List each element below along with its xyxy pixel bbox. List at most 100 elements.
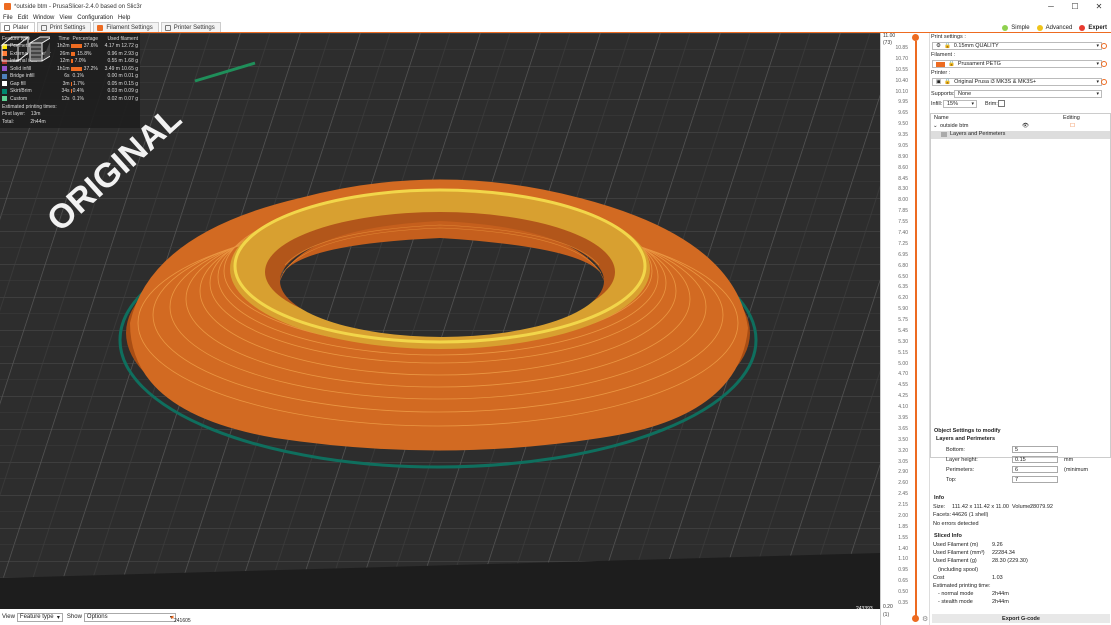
object-row[interactable]: ⌄ outside btm 👁 ☐ <box>931 123 1110 131</box>
legend-feature: Solid infill <box>2 66 53 72</box>
filament-color-swatch[interactable] <box>936 61 945 67</box>
percentage-bar <box>70 81 72 86</box>
sliced-label: - normal mode <box>938 591 974 598</box>
tab-print-settings[interactable]: Print Settings <box>36 22 92 32</box>
vertical-layer-slider[interactable]: 11.00 (73) 10.85 10.70 10.55 10.40 10.10 9.95… <box>880 33 929 625</box>
sliced-label: Used Filament (g) <box>933 558 977 565</box>
edit-printer-icon[interactable] <box>1101 79 1107 85</box>
settings-row[interactable]: Layers and Perimeters <box>931 131 1110 139</box>
feature-color-swatch <box>2 66 7 72</box>
layer-tick-label: 9.05 <box>898 142 908 149</box>
layer-tick-label: 6.35 <box>898 284 908 291</box>
supports-combo[interactable]: None ▾ <box>954 90 1102 98</box>
tab-plater[interactable]: Plater <box>0 22 35 32</box>
chevron-down-icon: ▾ <box>56 614 60 621</box>
menu-configuration[interactable]: Configuration <box>77 15 113 21</box>
mode-advanced[interactable]: Advanced <box>1036 24 1073 31</box>
show-select[interactable]: Options ▾ <box>83 612 176 622</box>
lower-thumb-icon[interactable] <box>912 615 919 622</box>
chevron-down-icon[interactable]: ⌄ <box>933 123 938 129</box>
legend-time: 1h2m <box>57 43 70 50</box>
view-select[interactable]: Feature type ▾ <box>16 612 63 622</box>
tab-printer-settings[interactable]: Printer Settings <box>160 22 221 32</box>
close-button[interactable]: ✕ <box>1087 0 1111 13</box>
legend-row: Gap fill 3m 1.7% 0.05 m 0.15 g <box>2 80 138 88</box>
sliced-label: Used Filament (m) <box>933 542 979 548</box>
brim-label: Brim: <box>985 101 998 107</box>
printer-label: Printer : <box>931 70 951 76</box>
setting-input[interactable]: 5 <box>1012 446 1058 453</box>
tab-filament-settings[interactable]: Filament Settings <box>93 22 159 32</box>
legend-feature: Skirt/Brim <box>2 88 53 94</box>
layer-track[interactable] <box>915 41 917 616</box>
infill-combo[interactable]: 15% ▾ <box>943 100 977 108</box>
show-label: Show <box>66 614 82 620</box>
layer-tick-label: 7.85 <box>898 208 908 215</box>
hslider-left-handle-icon[interactable]: ◂ <box>170 613 174 621</box>
brim-checkbox[interactable] <box>998 100 1005 107</box>
layer-tick-label: 0.50 <box>898 589 908 596</box>
layer-tick-label: 10.10 <box>895 88 908 95</box>
menu-file[interactable]: File <box>3 15 13 21</box>
legend-row: Solid infill 1h1m 37.2% 3.49 m 10.65 g <box>2 65 138 73</box>
filament-combo[interactable]: 🔒 Prusament PETG ▾ <box>932 60 1102 68</box>
total-time: 2h44m <box>30 118 46 125</box>
expert-mode-icon <box>1079 24 1086 31</box>
setting-unit: (minimum <box>1064 467 1089 473</box>
sliced-value: 2h44m <box>992 599 1009 606</box>
sliced-label: - stealth mode <box>938 599 973 606</box>
menu-edit[interactable]: Edit <box>18 15 28 21</box>
title-bar: *outside btm - PrusaSlicer-2.4.0 based o… <box>0 0 1111 13</box>
sliced-value: 2h44m <box>992 591 1009 598</box>
layer-top-value: 11.00 <box>883 33 896 39</box>
mode-switcher: Simple Advanced Expert <box>995 22 1111 33</box>
layer-tick-label: 3.20 <box>898 447 908 454</box>
settings-gear-icon[interactable]: ⚙ <box>922 615 928 623</box>
layer-tick-label: 5.45 <box>898 327 908 334</box>
edit-preset-icon[interactable] <box>1101 43 1107 49</box>
layer-tick-label: 5.00 <box>898 360 908 367</box>
eye-icon[interactable]: 👁 <box>1022 123 1029 129</box>
setting-input[interactable]: 6 <box>1012 466 1058 473</box>
layer-tick-label: 9.65 <box>898 110 908 117</box>
total-label: Total: <box>2 118 14 125</box>
setting-input[interactable]: 0.15 <box>1012 456 1058 463</box>
sliced-value: 22284.34 <box>992 550 1015 557</box>
mode-label: Advanced <box>1045 24 1073 31</box>
layer-tick-label: 0.65 <box>898 578 908 585</box>
object-name: outside btm <box>940 123 969 129</box>
upper-thumb-icon[interactable] <box>912 34 919 41</box>
minimize-button[interactable]: ─ <box>1039 0 1063 13</box>
3d-preview-viewport[interactable]: ORIGINAL Feature type Time Percentage Us… <box>0 33 880 625</box>
layer-tick-label: 1.85 <box>898 523 908 530</box>
edit-filament-icon[interactable] <box>1101 61 1107 67</box>
print-settings-combo[interactable]: ⚙ 🔒 0.15mm QUALITY ▾ <box>932 42 1102 50</box>
menu-help[interactable]: Help <box>118 15 130 21</box>
setting-label: Layer height: <box>946 457 978 463</box>
edit-icon[interactable]: ☐ <box>1070 123 1075 129</box>
legend-percentage: 15.8% <box>70 51 99 57</box>
menu-bar: File Edit Window View Configuration Help <box>0 13 1111 22</box>
layer-tick-label: 8.45 <box>898 175 908 182</box>
setting-input[interactable]: 7 <box>1012 476 1058 483</box>
first-layer-label: First layer: <box>2 111 26 117</box>
cog-icon <box>40 24 47 31</box>
legend-feature-name: Skirt/Brim <box>10 88 32 95</box>
export-gcode-button[interactable]: Export G-code <box>932 614 1110 623</box>
view-cube-icon[interactable] <box>0 33 50 63</box>
tab-label: Printer Settings <box>173 24 215 31</box>
legend-pct-text: 37.2% <box>83 65 98 72</box>
mode-simple[interactable]: Simple <box>1002 24 1030 31</box>
menu-view[interactable]: View <box>59 15 72 21</box>
feature-color-swatch <box>2 88 7 94</box>
header-used: Used filament <box>107 35 139 42</box>
tab-label: Print Settings <box>49 24 86 31</box>
legend-feature-name: Custom <box>10 95 28 102</box>
maximize-button[interactable]: ☐ <box>1063 0 1087 13</box>
volume-value: 28079.92 <box>1030 504 1053 510</box>
layers-icon <box>941 132 947 137</box>
printer-combo[interactable]: ▣ 🔒 Original Prusa i3 MK3S & MK3S+ ▾ <box>932 78 1102 86</box>
mode-expert[interactable]: Expert <box>1079 24 1107 31</box>
percentage-bar <box>70 66 82 71</box>
menu-window[interactable]: Window <box>33 15 54 21</box>
